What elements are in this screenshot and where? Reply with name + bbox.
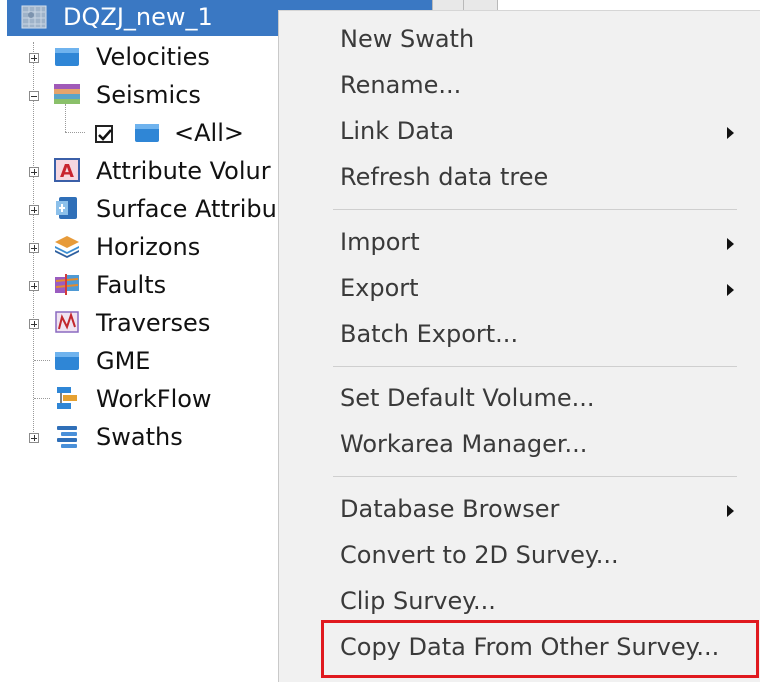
menu-item-new-swath[interactable]: New Swath [279, 17, 760, 61]
expand-toggle[interactable] [29, 243, 39, 253]
svg-text:A: A [60, 161, 74, 182]
menu-item-batch-export[interactable]: Batch Export... [279, 312, 760, 356]
tree-root-label: DQZJ_new_1 [63, 3, 213, 31]
menu-item-label: Convert to 2D Survey... [340, 541, 619, 569]
tree-item-velocities[interactable]: Velocities [0, 39, 280, 77]
tree-item-label: Traverses [96, 309, 211, 337]
tree-item-label: <All> [174, 119, 244, 147]
menu-item-label: New Swath [340, 25, 475, 53]
tree-item-traverses[interactable]: Traverses [0, 305, 280, 343]
submenu-arrow-icon [727, 505, 734, 517]
menu-item-convert-to-2d-survey[interactable]: Convert to 2D Survey... [279, 533, 760, 577]
menu-item-link-data[interactable]: Link Data [279, 109, 760, 153]
menu-item-label: Export [340, 274, 419, 302]
menu-item-database-browser[interactable]: Database Browser [279, 487, 760, 531]
faults-icon [55, 274, 79, 295]
menu-item-copy-data-from-other-survey[interactable]: Copy Data From Other Survey... [279, 625, 760, 669]
menu-item-export[interactable]: Export [279, 266, 760, 310]
expand-toggle[interactable] [29, 433, 39, 443]
menu-separator [333, 209, 737, 210]
tree-item-swaths[interactable]: Swaths [0, 419, 280, 457]
swaths-icon [57, 426, 77, 448]
seismic-icon [54, 84, 80, 104]
tree-item-faults[interactable]: Faults [0, 267, 280, 305]
context-menu: New Swath Rename... Link Data Refresh da… [278, 10, 760, 682]
tree-connector [65, 132, 85, 133]
submenu-arrow-icon [727, 127, 734, 139]
menu-item-label: Copy Data From Other Survey... [340, 633, 720, 661]
tree-item-label: Horizons [96, 233, 201, 261]
submenu-arrow-icon [727, 238, 734, 250]
tree-item-label: Velocities [96, 43, 210, 71]
workflow-icon [57, 387, 77, 409]
tree-item-seismics[interactable]: Seismics [0, 77, 280, 115]
traverses-icon [55, 311, 79, 333]
tree-item-label: Faults [96, 271, 167, 299]
menu-separator [333, 366, 737, 367]
surface-attribute-icon [56, 197, 77, 219]
submenu-arrow-icon [727, 284, 734, 296]
tree-item-gme[interactable]: GME [0, 343, 280, 381]
menu-item-rename[interactable]: Rename... [279, 63, 760, 107]
tree-item-all[interactable]: <All> [0, 115, 280, 153]
menu-item-label: Clip Survey... [340, 587, 496, 615]
menu-item-label: Refresh data tree [340, 163, 549, 191]
expand-toggle[interactable] [29, 281, 39, 291]
workarea-icon [21, 5, 47, 29]
tree-item-workflow[interactable]: WorkFlow [0, 381, 280, 419]
menu-item-set-default-volume[interactable]: Set Default Volume... [279, 376, 760, 420]
menu-item-label: Database Browser [340, 495, 560, 523]
tree-item-label: Seismics [96, 81, 201, 109]
collapse-toggle[interactable] [29, 91, 39, 101]
tree-item-horizons[interactable]: Horizons [0, 229, 280, 267]
all-checkbox[interactable] [95, 125, 113, 143]
menu-item-import[interactable]: Import [279, 220, 760, 264]
tree-connector [34, 398, 50, 399]
menu-item-label: Workarea Manager... [340, 430, 588, 458]
attribute-volume-icon: A [54, 158, 80, 182]
folder-icon [135, 124, 159, 142]
tree-item-label: WorkFlow [96, 385, 212, 413]
tree-item-attribute-volumes[interactable]: A Attribute Volur [0, 153, 280, 191]
expand-toggle[interactable] [29, 53, 39, 63]
expand-toggle[interactable] [29, 167, 39, 177]
expand-toggle[interactable] [29, 319, 39, 329]
menu-item-label: Set Default Volume... [340, 384, 595, 412]
menu-item-label: Batch Export... [340, 320, 519, 348]
menu-item-workarea-manager[interactable]: Workarea Manager... [279, 422, 760, 466]
menu-item-label: Rename... [340, 71, 462, 99]
tree-item-surface-attributes[interactable]: Surface Attribu [0, 191, 280, 229]
tree-item-label: Attribute Volur [96, 157, 271, 185]
tree-item-label: GME [96, 347, 151, 375]
folder-icon [55, 48, 79, 66]
tree-connector [34, 360, 50, 361]
app-window: DQZJ_new_1 Velocities Seismics <All> A A… [0, 0, 760, 682]
horizons-icon [55, 236, 79, 258]
menu-item-refresh-data-tree[interactable]: Refresh data tree [279, 155, 760, 199]
expand-toggle[interactable] [29, 205, 39, 215]
menu-item-label: Import [340, 228, 420, 256]
menu-separator [333, 476, 737, 477]
menu-item-clip-survey[interactable]: Clip Survey... [279, 579, 760, 623]
tree-item-label: Swaths [96, 423, 183, 451]
folder-icon [55, 352, 79, 370]
tree-item-label: Surface Attribu [96, 195, 277, 223]
menu-item-label: Link Data [340, 117, 455, 145]
